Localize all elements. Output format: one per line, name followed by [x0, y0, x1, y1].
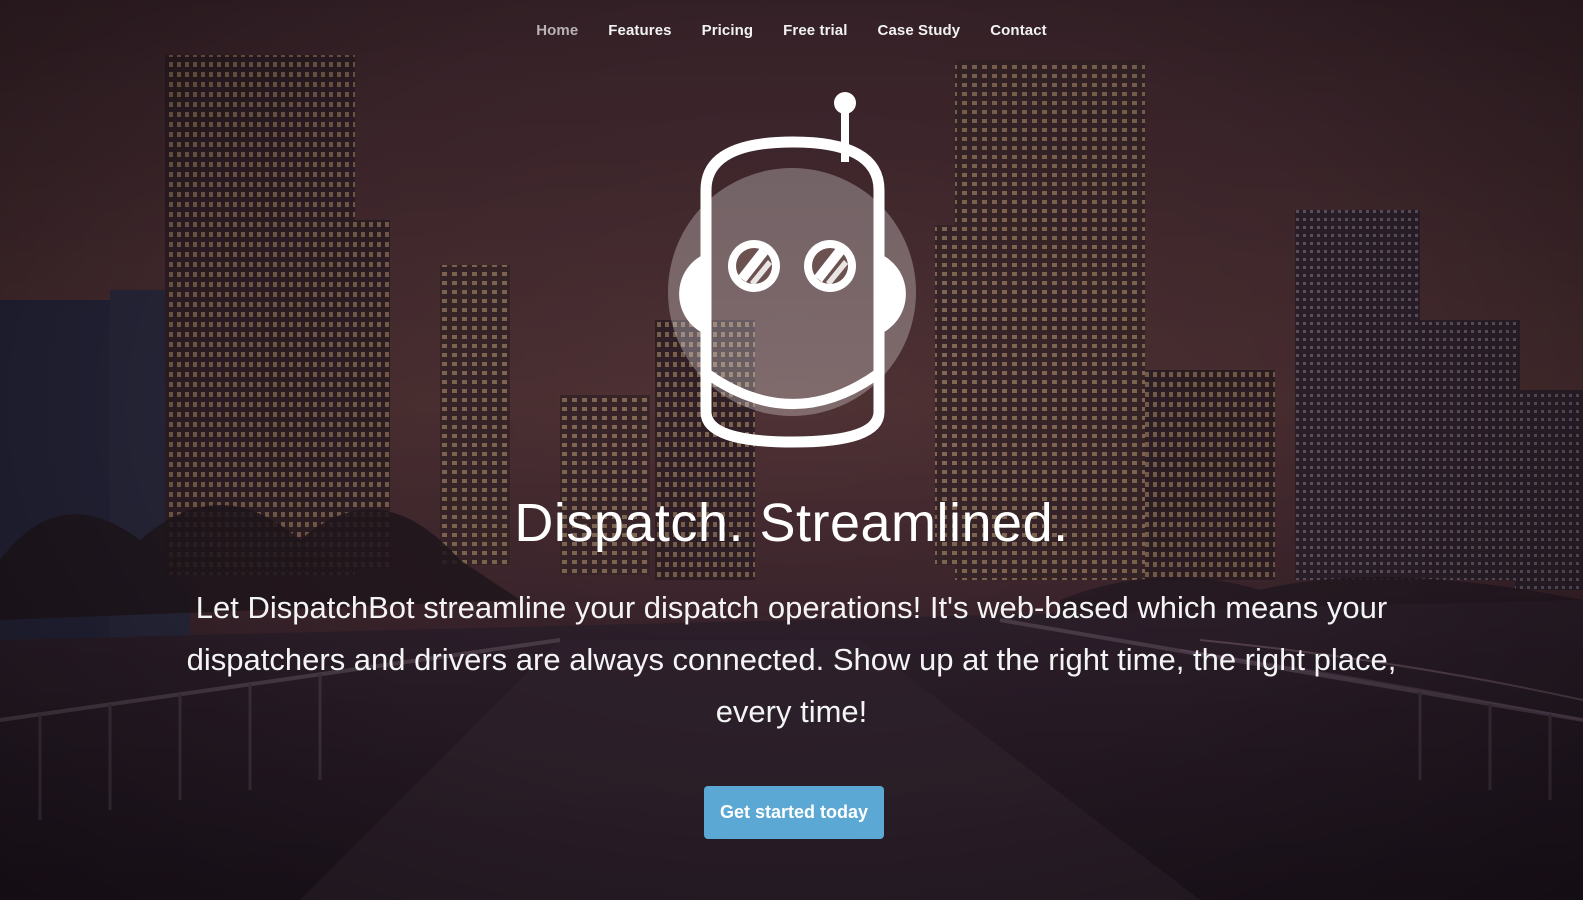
nav-item-pricing[interactable]: Pricing [687, 18, 769, 43]
hero-headline: Dispatch. Streamlined. [514, 493, 1069, 553]
nav-item-features[interactable]: Features [593, 18, 686, 43]
nav-item-contact[interactable]: Contact [975, 18, 1062, 43]
main-nav: Home Features Pricing Free trial Case St… [0, 18, 1583, 43]
nav-item-home[interactable]: Home [521, 18, 593, 43]
get-started-button[interactable]: Get started today [704, 786, 884, 839]
hero-tagline: Let DispatchBot streamline your dispatch… [186, 590, 1397, 729]
nav-item-case-study[interactable]: Case Study [863, 18, 976, 43]
nav-item-free-trial[interactable]: Free trial [768, 18, 862, 43]
robot-head-icon [668, 90, 918, 452]
